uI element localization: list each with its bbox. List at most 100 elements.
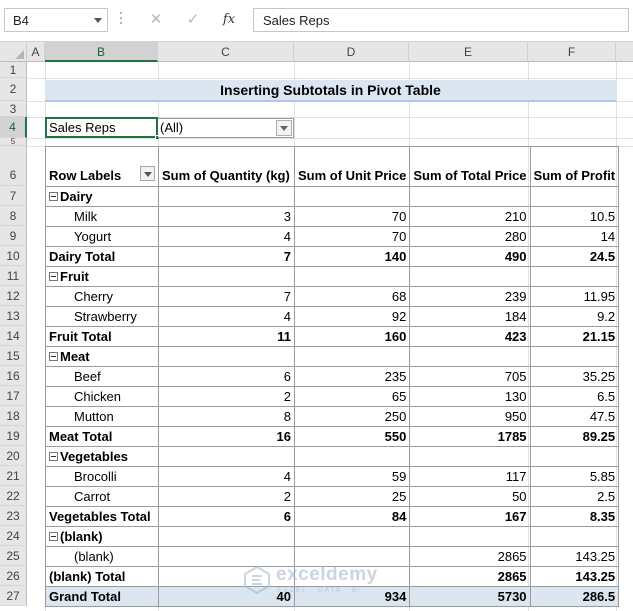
- row-header[interactable]: 26: [0, 566, 27, 586]
- value-cell[interactable]: 9.2: [529, 306, 620, 327]
- value-cell[interactable]: 235: [293, 366, 411, 387]
- empty-cell[interactable]: [158, 346, 295, 367]
- grand-total-label-cell[interactable]: Grand Total: [45, 586, 159, 607]
- empty-cell[interactable]: [293, 446, 411, 467]
- value-cell[interactable]: 14: [529, 226, 620, 247]
- row-header[interactable]: 12: [0, 286, 27, 306]
- value-cell[interactable]: 143.25: [529, 546, 620, 567]
- column-header-e[interactable]: E: [409, 42, 528, 62]
- row-header[interactable]: 18: [0, 406, 27, 426]
- row-header[interactable]: 13: [0, 306, 27, 326]
- value-cell[interactable]: 84: [293, 506, 411, 527]
- collapse-icon[interactable]: [49, 452, 58, 461]
- value-cell[interactable]: 7: [158, 246, 295, 267]
- value-cell[interactable]: 490: [409, 246, 531, 267]
- empty-cell[interactable]: [409, 266, 531, 287]
- empty-cell[interactable]: [293, 526, 411, 547]
- value-cell[interactable]: 21.15: [529, 326, 620, 347]
- empty-cell[interactable]: [529, 186, 620, 207]
- value-cell[interactable]: 25: [293, 486, 411, 507]
- row-header[interactable]: 3: [0, 101, 27, 117]
- value-cell[interactable]: 4: [158, 306, 295, 327]
- empty-cell[interactable]: [529, 346, 620, 367]
- value-cell[interactable]: 950: [409, 406, 531, 427]
- drag-handle-icon[interactable]: [120, 12, 123, 28]
- value-cell[interactable]: 11: [158, 326, 295, 347]
- collapse-icon[interactable]: [49, 192, 58, 201]
- row-header[interactable]: 8: [0, 206, 27, 226]
- row-header[interactable]: 22: [0, 486, 27, 506]
- value-cell[interactable]: 160: [293, 326, 411, 347]
- item-label-cell[interactable]: Strawberry: [45, 306, 159, 327]
- row-header[interactable]: 11: [0, 266, 27, 286]
- value-cell[interactable]: 92: [293, 306, 411, 327]
- value-cell[interactable]: 10.5: [529, 206, 620, 227]
- row-header[interactable]: 1: [0, 62, 27, 78]
- row-header[interactable]: 17: [0, 386, 27, 406]
- row-header[interactable]: 10: [0, 246, 27, 266]
- insert-function-icon[interactable]: fx: [217, 9, 241, 31]
- row-header[interactable]: 5: [0, 138, 27, 146]
- category-label-cell[interactable]: (blank): [45, 526, 159, 547]
- subtotal-label-cell[interactable]: Fruit Total: [45, 326, 159, 347]
- value-cell[interactable]: 6: [158, 506, 295, 527]
- subtotal-label-cell[interactable]: Vegetables Total: [45, 506, 159, 527]
- column-header-a[interactable]: A: [27, 42, 45, 62]
- item-label-cell[interactable]: Carrot: [45, 486, 159, 507]
- cancel-icon[interactable]: ✕: [144, 9, 168, 31]
- empty-cell[interactable]: [293, 346, 411, 367]
- empty-cell[interactable]: [529, 526, 620, 547]
- value-cell[interactable]: 550: [293, 426, 411, 447]
- value-cell[interactable]: 4: [158, 466, 295, 487]
- formula-input[interactable]: Sales Reps: [253, 8, 629, 32]
- column-header-c[interactable]: C: [158, 42, 294, 62]
- value-cell[interactable]: 59: [293, 466, 411, 487]
- filter-value-cell[interactable]: (All): [158, 118, 294, 138]
- row-header[interactable]: 6: [0, 146, 27, 186]
- row-labels-header[interactable]: Row Labels: [45, 146, 159, 187]
- sheet-title[interactable]: Inserting Subtotals in Pivot Table: [45, 80, 616, 102]
- value-cell[interactable]: 117: [409, 466, 531, 487]
- value-cell[interactable]: 5730: [409, 586, 531, 607]
- category-label-cell[interactable]: Dairy: [45, 186, 159, 207]
- subtotal-label-cell[interactable]: Dairy Total: [45, 246, 159, 267]
- value-cell[interactable]: 2865: [409, 546, 531, 567]
- empty-cell[interactable]: [158, 526, 295, 547]
- category-label-cell[interactable]: Vegetables: [45, 446, 159, 467]
- column-header-g[interactable]: [616, 42, 633, 62]
- item-label-cell[interactable]: Yogurt: [45, 226, 159, 247]
- row-header[interactable]: 27: [0, 586, 27, 606]
- value-cell[interactable]: 280: [409, 226, 531, 247]
- row-header[interactable]: 23: [0, 506, 27, 526]
- empty-cell[interactable]: [158, 266, 295, 287]
- value-cell[interactable]: 210: [409, 206, 531, 227]
- value-cell[interactable]: 35.25: [529, 366, 620, 387]
- column-header-cell[interactable]: Sum of Unit Price: [293, 146, 411, 187]
- category-label-cell[interactable]: Fruit: [45, 266, 159, 287]
- item-label-cell[interactable]: Chicken: [45, 386, 159, 407]
- value-cell[interactable]: 423: [409, 326, 531, 347]
- item-label-cell[interactable]: Brocolli: [45, 466, 159, 487]
- row-header[interactable]: 14: [0, 326, 27, 346]
- value-cell[interactable]: 286.5: [529, 586, 620, 607]
- value-cell[interactable]: 1785: [409, 426, 531, 447]
- column-header-b[interactable]: B: [45, 42, 158, 62]
- category-label-cell[interactable]: Meat: [45, 346, 159, 367]
- value-cell[interactable]: 8: [158, 406, 295, 427]
- collapse-icon[interactable]: [49, 272, 58, 281]
- value-cell[interactable]: 2: [158, 486, 295, 507]
- column-header-d[interactable]: D: [294, 42, 409, 62]
- empty-cell[interactable]: [529, 446, 620, 467]
- value-cell[interactable]: 70: [293, 206, 411, 227]
- empty-cell[interactable]: [409, 446, 531, 467]
- row-header[interactable]: 19: [0, 426, 27, 446]
- row-header[interactable]: 25: [0, 546, 27, 566]
- item-label-cell[interactable]: Mutton: [45, 406, 159, 427]
- value-cell[interactable]: 143.25: [529, 566, 620, 587]
- collapse-icon[interactable]: [49, 532, 58, 541]
- name-box[interactable]: B4: [4, 8, 108, 32]
- column-header-cell[interactable]: Sum of Total Price: [409, 146, 531, 187]
- enter-icon[interactable]: ✓: [181, 9, 205, 31]
- row-header[interactable]: 4: [0, 117, 27, 138]
- value-cell[interactable]: 140: [293, 246, 411, 267]
